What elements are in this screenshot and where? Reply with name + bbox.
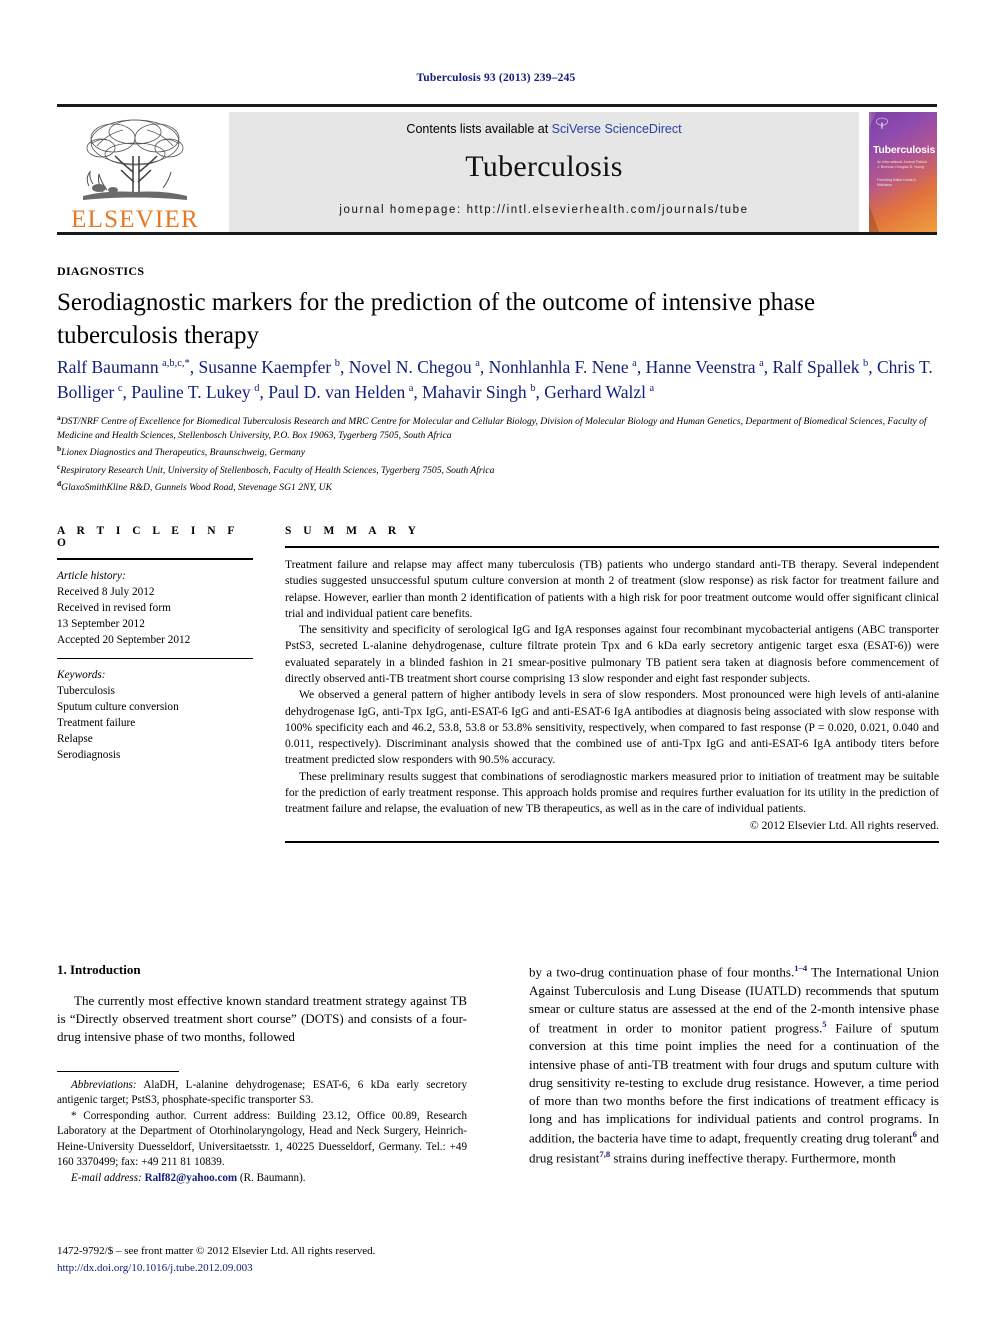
history-accepted: Accepted 20 September 2012	[57, 634, 191, 647]
article-history-label: Article history:	[57, 570, 126, 582]
contents-available-line: Contents lists available at SciVerse Sci…	[229, 122, 859, 136]
page-footer: 1472-9792/$ – see front matter © 2012 El…	[57, 1243, 477, 1276]
abstract-paragraph: Treatment failure and relapse may affect…	[285, 558, 939, 620]
email-footnote: E-mail address: Ralf82@yahoo.com (R. Bau…	[57, 1171, 467, 1187]
elsevier-tree-icon	[77, 116, 193, 206]
article-history: Article history: Received 8 July 2012 Re…	[57, 568, 253, 648]
cover-elsevier-icon	[876, 117, 888, 129]
summary-bottom-rule	[285, 840, 939, 843]
cover-editors: An International Journal Patrick J. Bren…	[877, 160, 927, 170]
history-received: Received 8 July 2012	[57, 586, 155, 599]
email-suffix: (R. Baumann).	[237, 1171, 306, 1184]
running-head: Tuberculosis 93 (2013) 239–245	[416, 72, 576, 84]
affiliation-d: dGlaxoSmithKline R&D, Gunnels Wood Road,…	[57, 478, 939, 495]
email-label: E-mail address:	[71, 1171, 142, 1184]
journal-homepage-link[interactable]: journal homepage: http://intl.elsevierhe…	[229, 204, 859, 216]
keyword-item: Relapse	[57, 733, 93, 746]
affiliation-list: aDST/NRF Centre of Excellence for Biomed…	[57, 412, 939, 495]
abbreviations-footnote: Abbreviations: AlaDH, L-alanine dehydrog…	[57, 1078, 467, 1109]
keyword-item: Serodiagnosis	[57, 749, 121, 762]
elsevier-wordmark: ELSEVIER	[71, 206, 199, 233]
elsevier-logo: ELSEVIER	[57, 112, 213, 232]
summary-column: S U M M A R Y Treatment failure and rela…	[285, 525, 939, 843]
affiliation-text-b: Lionex Diagnostics and Therapeutics, Bra…	[61, 447, 305, 459]
masthead-top-rule	[57, 104, 937, 107]
copyright-line: © 2012 Elsevier Ltd. All rights reserved…	[749, 818, 939, 832]
affiliation-text-a: DST/NRF Centre of Excellence for Biomedi…	[57, 416, 927, 442]
email-link[interactable]: Ralf82@yahoo.com	[145, 1172, 238, 1184]
abstract-paragraph: We observed a general pattern of higher …	[285, 688, 939, 767]
author-list: Ralf Baumann a,b,c,*, Susanne Kaempfer b…	[57, 357, 933, 402]
doi-link[interactable]: http://dx.doi.org/10.1016/j.tube.2012.09…	[57, 1260, 477, 1277]
contents-prefix: Contents lists available at	[406, 122, 552, 136]
issn-line: 1472-9792/$ – see front matter © 2012 El…	[57, 1245, 376, 1257]
page-title: Serodiagnostic markers for the predictio…	[57, 289, 816, 349]
journal-masthead: ELSEVIER Contents lists available at Sci…	[57, 104, 937, 235]
affiliation-c: cRespiratory Research Unit, University o…	[57, 461, 939, 478]
abbreviations-label: Abbreviations:	[71, 1078, 137, 1091]
article-info-rule	[57, 558, 253, 560]
affiliation-text-d: GlaxoSmithKline R&D, Gunnels Wood Road, …	[61, 482, 333, 494]
abstract-paragraph: The sensitivity and specificity of serol…	[285, 623, 939, 685]
intro-paragraph-right: by a two-drug continuation phase of four…	[529, 963, 940, 1166]
keyword-item: Tuberculosis	[57, 685, 115, 698]
cover-founding-editor: Founding Editor Denis A. Mitchison	[877, 178, 917, 188]
article-info-divider	[57, 658, 253, 660]
affiliation-text-c: Respiratory Research Unit, University of…	[60, 464, 495, 476]
keywords-block: Keywords: Tuberculosis Sputum culture co…	[57, 667, 253, 763]
affiliation-a: aDST/NRF Centre of Excellence for Biomed…	[57, 412, 939, 443]
keyword-item: Sputum culture conversion	[57, 701, 179, 714]
introduction-heading: 1. Introduction	[57, 962, 141, 977]
keywords-label: Keywords:	[57, 669, 106, 682]
article-info-column: A R T I C L E I N F O Article history: R…	[57, 525, 253, 763]
journal-title: Tuberculosis	[465, 150, 623, 183]
keyword-item: Treatment failure	[57, 717, 136, 730]
masthead-bottom-rule	[57, 232, 937, 235]
summary-heading: S U M M A R Y	[285, 525, 421, 537]
body-right-column: by a two-drug continuation phase of four…	[529, 962, 939, 1167]
article-section-kicker: DIAGNOSTICS	[57, 264, 145, 278]
abstract-body: Treatment failure and relapse may affect…	[285, 557, 939, 832]
summary-rule	[285, 546, 939, 548]
article-info-heading: A R T I C L E I N F O	[57, 525, 239, 549]
corresponding-author-footnote: * Corresponding author. Current address:…	[57, 1109, 467, 1169]
sciencedirect-link[interactable]: SciVerse ScienceDirect	[552, 122, 682, 136]
footnote-rule	[57, 1070, 179, 1072]
intro-paragraph-left: The currently most effective known stand…	[57, 993, 467, 1045]
abstract-paragraph: These preliminary results suggest that c…	[285, 769, 939, 816]
body-left-column: 1. Introduction The currently most effec…	[57, 962, 467, 1186]
affiliation-b: bLionex Diagnostics and Therapeutics, Br…	[57, 443, 939, 460]
journal-cover-thumbnail: Tuberculosis An International Journal Pa…	[869, 112, 937, 232]
cover-title: Tuberculosis	[873, 144, 936, 156]
paper-page: Tuberculosis 93 (2013) 239–245 ELSEVIER …	[0, 0, 992, 1323]
history-revised-date: 13 September 2012	[57, 618, 145, 631]
history-revised-label: Received in revised form	[57, 602, 171, 615]
